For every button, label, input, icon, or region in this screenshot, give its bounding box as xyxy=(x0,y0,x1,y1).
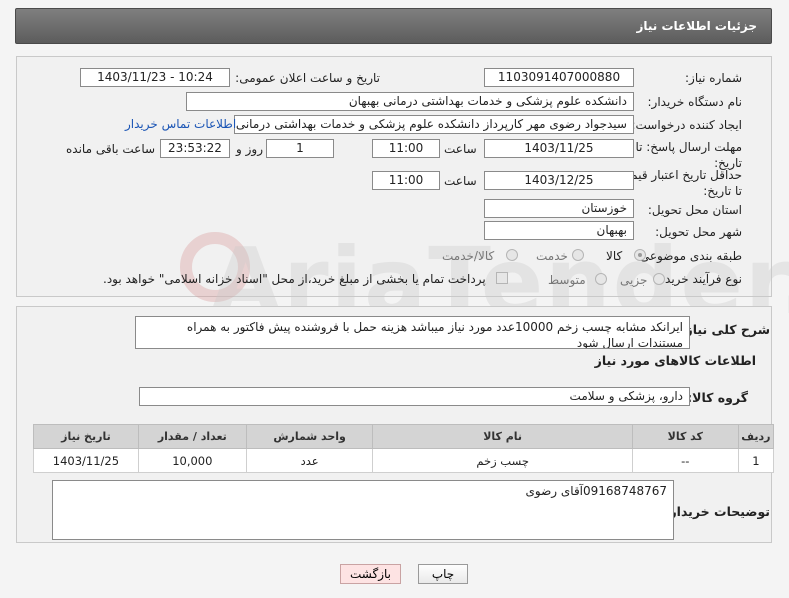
cell-code: -- xyxy=(631,448,739,473)
send-time-field[interactable]: 11:00 xyxy=(372,139,440,158)
col-date-header: تاریخ نیاز xyxy=(33,424,139,449)
send-time-label: ساعت xyxy=(444,142,477,156)
category-radio-service[interactable] xyxy=(572,249,584,261)
table-row[interactable]: 1 -- چسب زخم عدد 10,000 1403/11/25 xyxy=(33,448,775,473)
buyer-org-field[interactable]: دانشکده علوم پزشکی و خدمات بهداشتی درمان… xyxy=(186,92,634,111)
process-option-minor: جزیی xyxy=(620,273,648,287)
category-option-both: کالا/خدمت xyxy=(442,249,495,263)
need-number-label: شماره نیاز: xyxy=(685,71,742,85)
col-code-header: کد کالا xyxy=(631,424,739,449)
print-button[interactable]: چاپ xyxy=(418,564,468,584)
col-unit-header: واحد شمارش xyxy=(245,424,374,449)
treasury-payment-note: پرداخت تمام یا بخشی از مبلغ خرید،از محل … xyxy=(103,272,486,286)
process-radio-minor[interactable] xyxy=(653,273,665,285)
category-radio-both[interactable] xyxy=(506,249,518,261)
page-title: جزئیات اطلاعات نیاز xyxy=(636,19,757,33)
treasury-payment-checkbox[interactable] xyxy=(496,272,508,284)
days-remaining-field[interactable]: 1 xyxy=(266,139,334,158)
price-time-label: ساعت xyxy=(444,174,477,188)
send-date-field[interactable]: 1403/11/25 xyxy=(484,139,634,158)
province-label: استان محل تحویل: xyxy=(647,203,742,217)
price-date-field[interactable]: 1403/12/25 xyxy=(484,171,634,190)
back-button[interactable]: بازگشت xyxy=(340,564,401,584)
announce-date-label: تاریخ و ساعت اعلان عمومی: xyxy=(235,71,380,85)
cell-row: 1 xyxy=(737,448,775,473)
category-option-service: خدمت xyxy=(536,249,568,263)
goods-group-field[interactable]: دارو، پزشکی و سلامت xyxy=(139,387,690,406)
goods-info-heading: اطلاعات کالاهای مورد نیاز xyxy=(594,353,756,368)
description-field[interactable]: ایرانکد مشابه چسب زخم 10000عدد مورد نیاز… xyxy=(135,316,690,349)
city-label: شهر محل تحویل: xyxy=(655,225,742,239)
days-label: روز و xyxy=(236,142,263,156)
creator-field[interactable]: سیدجواد رضوی مهر کارپرداز دانشکده علوم پ… xyxy=(234,115,634,134)
process-option-medium: متوسط xyxy=(548,273,586,287)
cell-date: 1403/11/25 xyxy=(33,448,139,473)
remaining-time-field[interactable]: 23:53:22 xyxy=(160,139,230,158)
remaining-time-label: ساعت باقی مانده xyxy=(66,142,156,156)
goods-group-label: گروه کالا: xyxy=(687,390,748,405)
table-header-row: ردیف کد کالا نام کالا واحد شمارش تعداد /… xyxy=(33,424,775,449)
category-option-goods: کالا xyxy=(606,249,623,263)
col-name-header: نام کالا xyxy=(372,424,633,449)
category-label: طبقه بندی موضوعی: xyxy=(635,249,742,263)
creator-label: ایجاد کننده درخواست: xyxy=(631,118,742,132)
cell-name: چسب زخم xyxy=(372,448,633,473)
need-number-field[interactable]: 1103091407000880 xyxy=(484,68,634,87)
announce-date-field[interactable]: 1403/11/23 - 10:24 xyxy=(80,68,230,87)
col-row-header: ردیف xyxy=(737,424,775,449)
description-label: شرح کلی نیاز: xyxy=(680,322,770,337)
process-radio-medium[interactable] xyxy=(595,273,607,285)
price-time-field[interactable]: 11:00 xyxy=(372,171,440,190)
cell-qty: 10,000 xyxy=(137,448,247,473)
cell-unit: عدد xyxy=(245,448,374,473)
process-type-label: نوع فرآیند خرید : xyxy=(657,272,742,286)
buyer-org-label: نام دستگاه خریدار: xyxy=(647,95,743,109)
buyer-notes-field[interactable]: 09168748767آقای رضوی xyxy=(52,480,674,540)
city-field[interactable]: بهبهان xyxy=(484,221,634,240)
goods-table: ردیف کد کالا نام کالا واحد شمارش تعداد /… xyxy=(33,424,775,473)
buyer-contact-link[interactable]: اطلاعات تماس خریدار xyxy=(125,117,236,131)
col-qty-header: تعداد / مقدار xyxy=(137,424,247,449)
page-header: جزئیات اطلاعات نیاز xyxy=(15,8,772,44)
province-field[interactable]: خوزستان xyxy=(484,199,634,218)
category-radio-goods[interactable] xyxy=(634,249,646,261)
buyer-notes-label: توضیحات خریدار: xyxy=(664,504,770,519)
